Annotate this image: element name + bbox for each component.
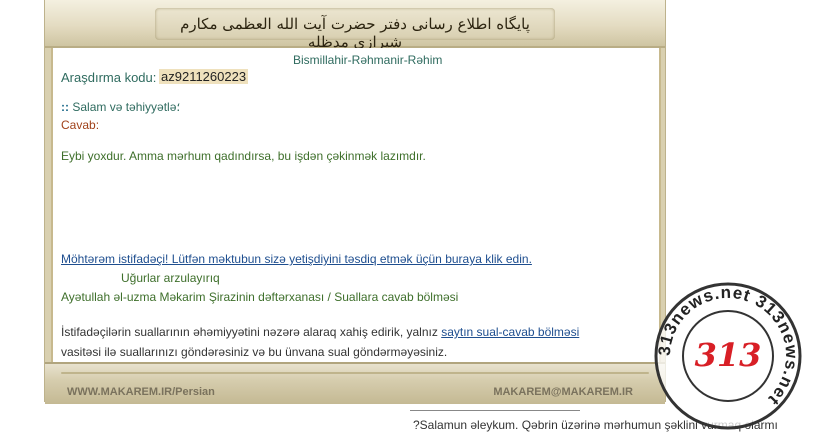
code-value: az9211260223 bbox=[159, 69, 249, 84]
answer-label: Cavab: bbox=[61, 118, 100, 132]
bismillah: Bismillahir-Rəhmanir-Rəhim bbox=[293, 53, 443, 67]
notice-line-1: İstifadəçilərin suallarının əhəmiyyətini… bbox=[61, 325, 579, 339]
qa-section-link[interactable]: saytın sual-cavab bölməsi bbox=[441, 325, 579, 339]
watermark-stamp-icon: 313news.net 313news.net 313 bbox=[654, 282, 802, 430]
watermark-number: 313 bbox=[695, 336, 762, 374]
question-divider bbox=[410, 410, 580, 411]
site-title: پایگاه اطلاع رسانی دفتر حضرت آیت الله ال… bbox=[180, 15, 530, 51]
greeting-marker: :: bbox=[61, 100, 69, 114]
letter-card: پایگاه اطلاع رسانی دفتر حضرت آیت الله ال… bbox=[44, 0, 666, 404]
office-signature: Ayətullah əl-uzma Məkarim Şirazinin dəft… bbox=[61, 290, 459, 304]
answer-text: Eybi yoxdur. Amma mərhum qadındırsa, bu … bbox=[61, 149, 426, 163]
letter-body: Bismillahir-Rəhmanir-Rəhim Araşdırma kod… bbox=[51, 48, 661, 362]
greeting-row: :: Salam və təhiyyətlə؛ bbox=[61, 100, 180, 114]
notice-line-2: vasitəsi ilə suallarınızı göndərəsiniz v… bbox=[61, 345, 448, 359]
footer-divider bbox=[61, 372, 649, 374]
code-label: Araşdırma kodu: bbox=[61, 70, 157, 85]
footer-email[interactable]: MAKAREM@MAKAREM.IR bbox=[493, 386, 633, 398]
notice-text: İstifadəçilərin suallarının əhəmiyyətini… bbox=[61, 325, 442, 339]
wishes: Uğurlar arzulayırıq bbox=[121, 271, 220, 285]
header-banner: پایگاه اطلاع رسانی دفتر حضرت آیت الله ال… bbox=[155, 8, 555, 51]
letter-header: پایگاه اطلاع رسانی دفتر حضرت آیت الله ال… bbox=[45, 0, 665, 51]
letter-footer: WWW.MAKAREM.IR/Persian MAKAREM@MAKAREM.I… bbox=[45, 362, 665, 404]
confirm-link[interactable]: Möhtərəm istifadəçi! Lütfən məktubun siz… bbox=[61, 252, 532, 266]
greeting: Salam və təhiyyətlə؛ bbox=[72, 100, 181, 114]
footer-website[interactable]: WWW.MAKAREM.IR/Persian bbox=[67, 386, 215, 398]
